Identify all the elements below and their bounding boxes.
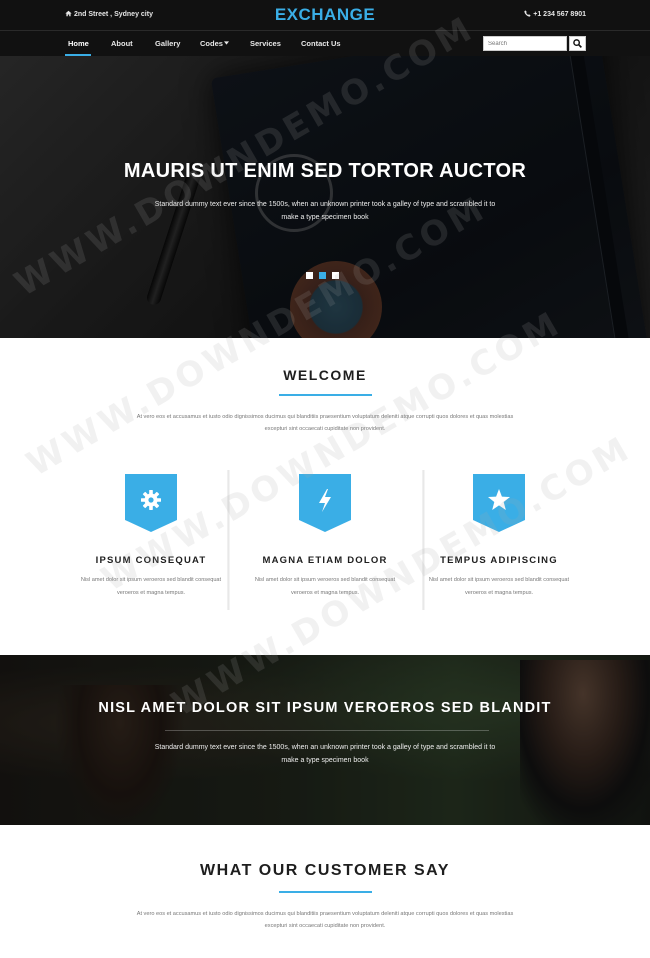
feature-title: IPSUM CONSEQUAT	[95, 555, 207, 566]
testimonials-title-underline	[279, 891, 372, 893]
welcome-title-underline	[279, 394, 372, 396]
feature-title: TEMPUS ADIPISCING	[440, 555, 558, 566]
feature-card-1: IPSUM CONSEQUAT Nisl amet dolor sit ipsu…	[64, 470, 238, 610]
nav-item-home[interactable]: Home	[68, 39, 89, 48]
welcome-text: At vero eos et accusamus et iusto odio d…	[136, 414, 514, 432]
feature-text: Nisl amet dolor sit ipsum veroeros sed b…	[80, 577, 222, 596]
search-icon	[573, 39, 582, 48]
phone-icon	[524, 10, 531, 17]
caret-down-icon	[223, 41, 229, 45]
search-input[interactable]	[483, 36, 567, 51]
parallax-banner: NISL AMET DOLOR SIT IPSUM VEROEROS SED B…	[0, 655, 650, 825]
feature-badge	[125, 474, 177, 532]
nav-item-services[interactable]: Services	[250, 39, 281, 48]
feature-card-3: TEMPUS ADIPISCING Nisl amet dolor sit ip…	[412, 470, 586, 610]
feature-title: MAGNA ETIAM DOLOR	[262, 555, 388, 566]
star-icon	[473, 474, 525, 532]
banner-title: NISL AMET DOLOR SIT IPSUM VEROEROS SED B…	[98, 700, 552, 716]
feature-divider	[227, 470, 230, 610]
top-bar: 2nd Street , Sydney city EXCHANGE +1 234…	[0, 0, 650, 31]
phone-text: +1 234 567 8901	[533, 11, 586, 18]
banner-title-underline	[165, 730, 489, 731]
nav-item-gallery[interactable]: Gallery	[155, 39, 180, 48]
nav-item-codes-label: Codes	[200, 39, 223, 48]
hero-title: MAURIS UT ENIM SED TORTOR AUCTOR	[123, 160, 527, 182]
phone: +1 234 567 8901	[524, 10, 586, 18]
hero-text: Standard dummy text ever since the 1500s…	[154, 201, 496, 221]
testimonials-text: At vero eos et accusamus et iusto odio d…	[136, 911, 514, 929]
search-button[interactable]	[569, 36, 586, 51]
nav-item-contact[interactable]: Contact Us	[301, 39, 341, 48]
feature-badge	[473, 474, 525, 532]
slider-dot-2[interactable]	[319, 272, 326, 279]
nav-item-about[interactable]: About	[111, 39, 133, 48]
hero-slider: MAURIS UT ENIM SED TORTOR AUCTOR Standar…	[0, 56, 650, 338]
lightning-icon	[299, 474, 351, 532]
feature-text: Nisl amet dolor sit ipsum veroeros sed b…	[428, 577, 570, 596]
feature-card-2: MAGNA ETIAM DOLOR Nisl amet dolor sit ip…	[238, 470, 412, 610]
slider-dot-3[interactable]	[332, 272, 339, 279]
banner-text: Standard dummy text ever since the 1500s…	[154, 744, 496, 764]
welcome-title: WELCOME	[283, 367, 367, 383]
slider-dots	[306, 272, 342, 280]
gear-icon	[125, 474, 177, 532]
slider-dot-1[interactable]	[306, 272, 313, 279]
feature-text: Nisl amet dolor sit ipsum veroeros sed b…	[254, 577, 396, 596]
testimonials-title: WHAT OUR CUSTOMER SAY	[200, 862, 450, 879]
feature-badge	[299, 474, 351, 532]
nav-item-codes[interactable]: Codes	[200, 39, 229, 48]
